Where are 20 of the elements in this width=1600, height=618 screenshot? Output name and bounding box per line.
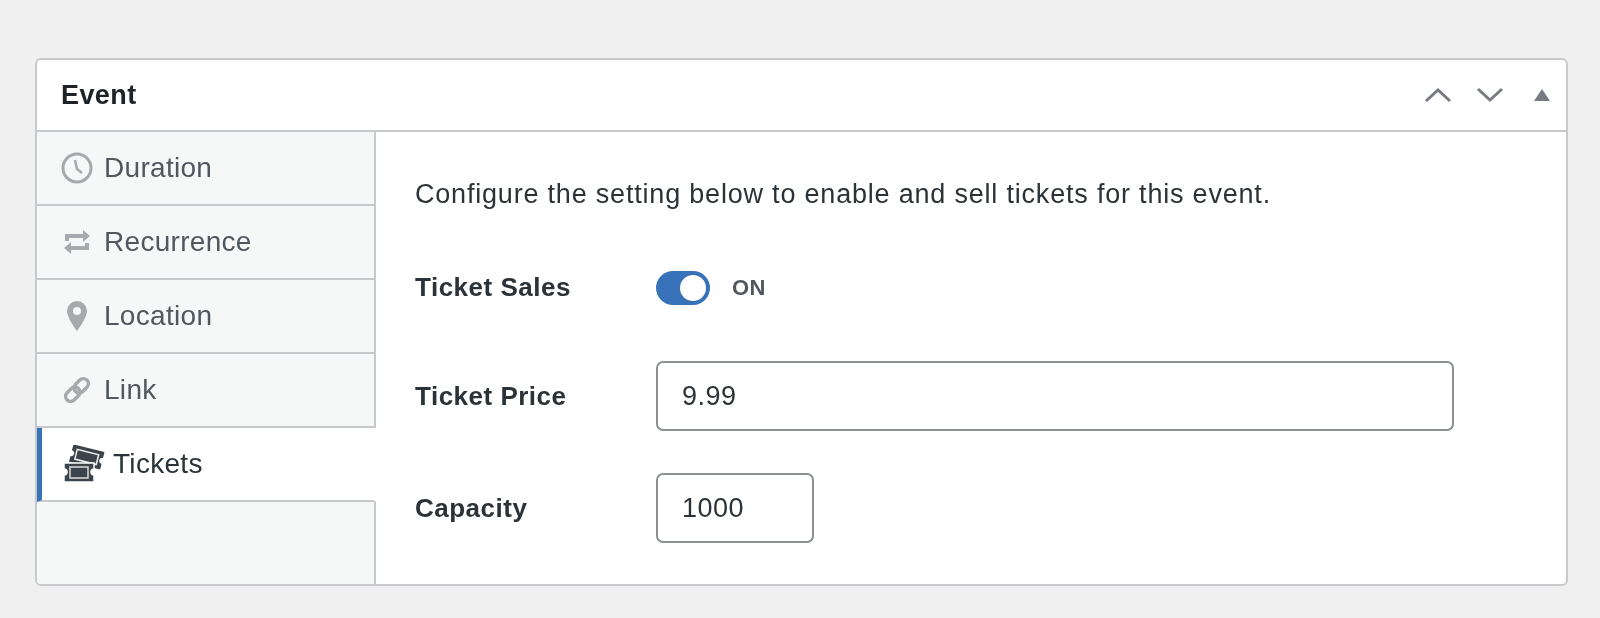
chain-link-icon <box>61 374 93 406</box>
clock-icon <box>61 152 93 184</box>
field-label: Capacity <box>415 492 529 524</box>
map-pin-icon <box>65 300 89 332</box>
sidebar-tab[interactable]: Location <box>37 280 376 354</box>
sidebar-tab[interactable]: Duration <box>37 132 376 206</box>
sidebar-tab[interactable]: Tickets <box>37 428 376 502</box>
chevron-up-icon <box>1424 87 1452 103</box>
panel-title: Event <box>61 79 137 111</box>
toggle-state-label: ON <box>732 274 766 301</box>
capacity-field[interactable]: 1000 <box>656 473 814 543</box>
sidebar-tab[interactable]: Recurrence <box>37 206 376 280</box>
description-text: Configure the setting below to enable and sell tickets for this event. <box>415 178 1272 211</box>
field-label: Ticket Price <box>415 380 568 412</box>
triangle-up-icon <box>1534 89 1550 101</box>
toggle-switch[interactable] <box>656 270 710 305</box>
price-field[interactable]: 9.99 <box>656 361 1454 431</box>
field-label: Ticket Sales <box>415 272 572 303</box>
chevron-down-icon <box>1476 87 1504 103</box>
tickets-icon <box>63 445 105 483</box>
